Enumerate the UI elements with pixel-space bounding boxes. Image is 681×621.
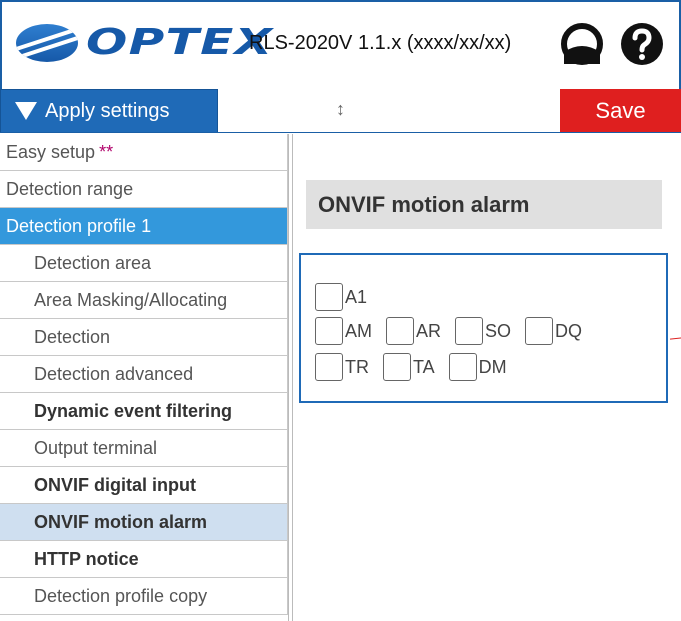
sidebar-item-label: Area Masking/Allocating [34, 289, 228, 310]
sidebar-item-label: Output terminal [34, 437, 158, 458]
checkbox-label: A1 [345, 286, 368, 307]
toolbar-divider [0, 132, 681, 133]
sidebar-item-easy-setup[interactable]: Easy setup ** [0, 134, 288, 171]
checkbox-am[interactable]: AM [315, 317, 372, 345]
modified-marker: ** [99, 141, 114, 162]
checkbox-label: TA [413, 356, 435, 377]
checkbox-box[interactable] [315, 353, 343, 381]
checkbox-row-2: AM AR SO DQ [315, 317, 596, 345]
logo-text: OPTEX [86, 22, 274, 63]
checkbox-row-1: A1 [315, 283, 381, 311]
user-icon[interactable] [560, 22, 604, 66]
annotation-line [669, 337, 681, 340]
sidebar-item-dynamic-event-filtering[interactable]: Dynamic event filtering [0, 393, 288, 430]
checkbox-label: SO [485, 320, 512, 341]
sidebar-item-label: ONVIF digital input [34, 474, 196, 495]
sidebar-item-label: Detection profile 1 [6, 215, 152, 236]
sidebar-item-detection-area[interactable]: Detection area [0, 245, 288, 282]
checkbox-label: AR [416, 320, 442, 341]
checkbox-box[interactable] [455, 317, 484, 345]
sidebar-item-detection-profile-copy[interactable]: Detection profile copy [0, 578, 288, 615]
checkbox-tr[interactable]: TR [315, 353, 369, 381]
checkbox-label: AM [345, 320, 372, 341]
resize-handle[interactable]: ↕ [336, 99, 345, 120]
sidebar-item-label: Dynamic event filtering [34, 400, 233, 421]
checkbox-box[interactable] [386, 317, 414, 345]
sidebar-item-detection-range[interactable]: Detection range [0, 171, 288, 208]
sidebar-item-output-terminal[interactable]: Output terminal [0, 430, 288, 467]
sidebar: Easy setup ** Detection range Detection … [0, 134, 289, 621]
checkbox-dq[interactable]: DQ [525, 317, 582, 345]
optex-logo: OPTEX [16, 22, 272, 63]
sidebar-item-detection-profile-1[interactable]: Detection profile 1 [0, 208, 288, 245]
checkbox-box[interactable] [315, 283, 343, 311]
checkbox-a1[interactable]: A1 [315, 283, 367, 311]
checkbox-so[interactable]: SO [455, 317, 511, 345]
sidebar-item-onvif-motion-alarm[interactable]: ONVIF motion alarm [0, 504, 288, 541]
checkbox-label: DQ [555, 320, 583, 341]
checkbox-box[interactable] [383, 353, 411, 381]
sidebar-item-label: Detection range [6, 178, 134, 199]
checkbox-label: TR [345, 356, 369, 377]
toolbar: Apply settings ↕ Save [0, 89, 681, 133]
sidebar-item-detection-advanced[interactable]: Detection advanced [0, 356, 288, 393]
apply-settings-label: Apply settings [45, 99, 170, 122]
checkbox-ta[interactable]: TA [383, 353, 435, 381]
checkbox-dm[interactable]: DM [448, 353, 507, 381]
sidebar-item-http-notice[interactable]: HTTP notice [0, 541, 288, 578]
sidebar-item-label: Detection profile copy [34, 585, 208, 606]
sidebar-item-label: Detection advanced [34, 363, 194, 384]
checkbox-box[interactable] [448, 353, 477, 381]
sidebar-splitter[interactable] [289, 134, 293, 621]
save-button[interactable]: Save [560, 89, 681, 133]
checkbox-box[interactable] [525, 317, 554, 345]
sidebar-item-label: Detection [34, 326, 111, 347]
firmware-version: RLS-2020V 1.1.x (xxxx/xx/xx) [249, 32, 512, 54]
sidebar-item-label: ONVIF motion alarm [34, 511, 208, 532]
motion-alarm-panel: A1 AM AR SO DQ TR TA DM [299, 253, 668, 403]
sidebar-item-detection[interactable]: Detection [0, 319, 288, 356]
apply-settings-button[interactable]: Apply settings [0, 89, 218, 133]
sidebar-item-label: HTTP notice [34, 548, 139, 569]
sidebar-item-label: Easy setup [6, 141, 96, 162]
triangle-down-icon [15, 102, 37, 120]
checkbox-ar[interactable]: AR [386, 317, 441, 345]
sidebar-item-onvif-digital-input[interactable]: ONVIF digital input [0, 467, 288, 504]
help-icon[interactable] [620, 22, 664, 66]
page-title: ONVIF motion alarm [306, 180, 662, 229]
app-header: OPTEX RLS-2020V 1.1.x (xxxx/xx/xx) [0, 0, 681, 89]
sidebar-item-label: Detection area [34, 252, 152, 273]
optex-logo-mark [16, 23, 78, 62]
checkbox-label: DM [478, 356, 507, 377]
checkbox-row-3: TR TA DM [315, 353, 521, 381]
sidebar-item-area-masking[interactable]: Area Masking/Allocating [0, 282, 288, 319]
checkbox-box[interactable] [315, 317, 343, 345]
